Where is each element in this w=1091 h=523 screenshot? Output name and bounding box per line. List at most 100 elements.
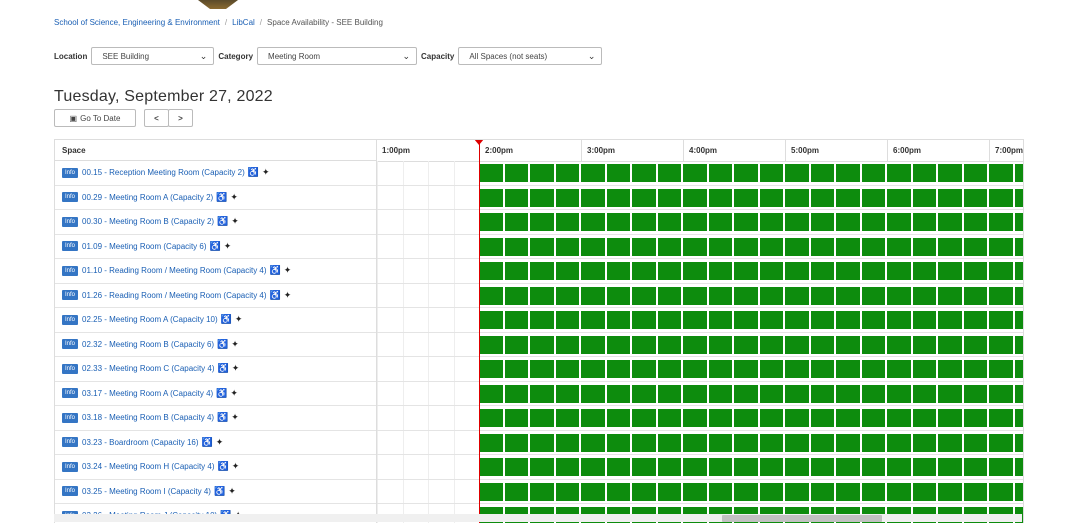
room-link[interactable]: 00.29 - Meeting Room A (Capacity 2) <box>82 193 213 202</box>
available-slot[interactable] <box>912 360 938 378</box>
available-slot[interactable] <box>708 188 734 207</box>
available-slot[interactable] <box>785 458 811 476</box>
available-slot[interactable] <box>1014 237 1023 256</box>
available-slot[interactable] <box>657 262 683 280</box>
available-slot[interactable] <box>861 213 887 231</box>
available-slot[interactable] <box>530 262 556 280</box>
available-slot[interactable] <box>581 384 607 403</box>
available-slot[interactable] <box>555 433 581 452</box>
available-slot[interactable] <box>989 262 1015 280</box>
available-slot[interactable] <box>887 360 913 378</box>
available-slot[interactable] <box>861 360 887 378</box>
timeline[interactable]: 1:00pm 2:00pm 3:00pm 4:00pm 5:00pm 6:00pm 7:00… <box>377 140 1023 523</box>
available-slot[interactable] <box>734 262 760 280</box>
available-slot[interactable] <box>785 262 811 280</box>
available-slot[interactable] <box>887 335 913 354</box>
available-slot[interactable] <box>836 409 862 427</box>
available-slot[interactable] <box>632 409 658 427</box>
available-slot[interactable] <box>581 286 607 305</box>
available-slot[interactable] <box>734 482 760 501</box>
available-slot[interactable] <box>836 237 862 256</box>
available-slot[interactable] <box>606 458 632 476</box>
available-slot[interactable] <box>504 286 530 305</box>
available-slot[interactable] <box>683 311 709 329</box>
available-slot[interactable] <box>861 335 887 354</box>
available-slot[interactable] <box>683 213 709 231</box>
available-slot[interactable] <box>479 164 505 182</box>
available-slot[interactable] <box>810 164 836 182</box>
available-slot[interactable] <box>632 188 658 207</box>
available-slot[interactable] <box>912 262 938 280</box>
available-slot[interactable] <box>861 433 887 452</box>
available-slot[interactable] <box>708 433 734 452</box>
available-slot[interactable] <box>785 409 811 427</box>
available-slot[interactable] <box>810 384 836 403</box>
info-button[interactable]: Info <box>62 437 79 448</box>
available-slot[interactable] <box>1014 164 1023 182</box>
available-slot[interactable] <box>606 409 632 427</box>
available-slot[interactable] <box>479 213 505 231</box>
available-slot[interactable] <box>861 409 887 427</box>
available-slot[interactable] <box>657 458 683 476</box>
available-slot[interactable] <box>581 188 607 207</box>
available-slot[interactable] <box>606 262 632 280</box>
available-slot[interactable] <box>708 335 734 354</box>
available-slot[interactable] <box>810 311 836 329</box>
info-button[interactable]: Info <box>62 412 79 423</box>
available-slot[interactable] <box>887 286 913 305</box>
available-slot[interactable] <box>504 409 530 427</box>
room-link[interactable]: 03.18 - Meeting Room B (Capacity 4) <box>82 413 214 422</box>
available-slot[interactable] <box>938 360 964 378</box>
available-slot[interactable] <box>632 335 658 354</box>
available-slot[interactable] <box>479 482 505 501</box>
available-slot[interactable] <box>785 335 811 354</box>
available-slot[interactable] <box>938 433 964 452</box>
available-slot[interactable] <box>938 311 964 329</box>
capacity-select[interactable]: All Spaces (not seats) ⌄ <box>458 47 603 65</box>
available-slot[interactable] <box>581 482 607 501</box>
available-slot[interactable] <box>1014 286 1023 305</box>
available-slot[interactable] <box>836 433 862 452</box>
available-slot[interactable] <box>989 188 1015 207</box>
available-slot[interactable] <box>810 458 836 476</box>
available-slot[interactable] <box>785 311 811 329</box>
available-slot[interactable] <box>708 311 734 329</box>
available-slot[interactable] <box>963 433 989 452</box>
available-slot[interactable] <box>938 384 964 403</box>
available-slot[interactable] <box>887 262 913 280</box>
available-slot[interactable] <box>708 482 734 501</box>
available-slot[interactable] <box>632 458 658 476</box>
available-slot[interactable] <box>887 164 913 182</box>
available-slot[interactable] <box>836 384 862 403</box>
available-slot[interactable] <box>989 409 1015 427</box>
next-day-button[interactable]: > <box>168 109 193 127</box>
available-slot[interactable] <box>963 262 989 280</box>
available-slot[interactable] <box>632 433 658 452</box>
available-slot[interactable] <box>606 384 632 403</box>
available-slot[interactable] <box>836 360 862 378</box>
available-slot[interactable] <box>504 335 530 354</box>
available-slot[interactable] <box>861 286 887 305</box>
available-slot[interactable] <box>530 482 556 501</box>
available-slot[interactable] <box>683 384 709 403</box>
available-slot[interactable] <box>810 335 836 354</box>
available-slot[interactable] <box>632 384 658 403</box>
available-slot[interactable] <box>1014 213 1023 231</box>
available-slot[interactable] <box>734 458 760 476</box>
available-slot[interactable] <box>938 409 964 427</box>
available-slot[interactable] <box>759 164 785 182</box>
available-slot[interactable] <box>836 311 862 329</box>
available-slot[interactable] <box>734 188 760 207</box>
info-button[interactable]: Info <box>62 241 79 252</box>
available-slot[interactable] <box>606 164 632 182</box>
go-to-date-button[interactable]: ▣ Go To Date <box>54 109 136 127</box>
available-slot[interactable] <box>479 311 505 329</box>
available-slot[interactable] <box>912 237 938 256</box>
available-slot[interactable] <box>657 311 683 329</box>
info-button[interactable]: Info <box>62 486 79 497</box>
available-slot[interactable] <box>912 409 938 427</box>
available-slot[interactable] <box>657 188 683 207</box>
available-slot[interactable] <box>555 286 581 305</box>
available-slot[interactable] <box>734 286 760 305</box>
available-slot[interactable] <box>938 213 964 231</box>
